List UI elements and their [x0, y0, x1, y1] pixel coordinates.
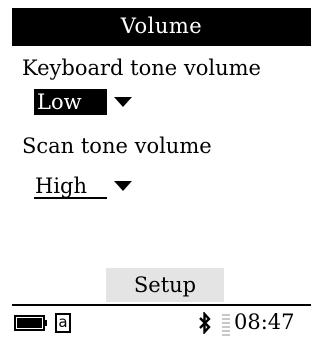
clock: 08:47	[234, 310, 295, 334]
title-bar: Volume	[12, 8, 311, 44]
chevron-down-icon	[114, 97, 132, 107]
battery-icon	[14, 315, 47, 331]
scan-tone-dropdown[interactable]: High	[34, 172, 132, 200]
scan-tone-label: Scan tone volume	[22, 134, 212, 158]
device-screen: Volume Keyboard tone volume Low Scan ton…	[0, 0, 321, 338]
chevron-down-icon	[114, 181, 132, 191]
screen-frame-left	[0, 0, 12, 338]
title-divider	[12, 44, 311, 46]
signal-icon	[222, 314, 230, 336]
setup-button-label: Setup	[133, 273, 197, 297]
window-title: Volume	[120, 14, 203, 38]
keyboard-tone-dropdown[interactable]: Low	[34, 88, 132, 116]
setup-button[interactable]: Setup	[106, 268, 224, 302]
input-mode-icon: a	[55, 313, 71, 333]
bluetooth-icon	[199, 312, 211, 334]
screen-frame-right	[311, 0, 321, 338]
status-bar: a 08:47	[12, 306, 311, 338]
scan-tone-value: High	[34, 173, 107, 199]
keyboard-tone-label: Keyboard tone volume	[22, 56, 261, 80]
keyboard-tone-value: Low	[34, 89, 107, 115]
